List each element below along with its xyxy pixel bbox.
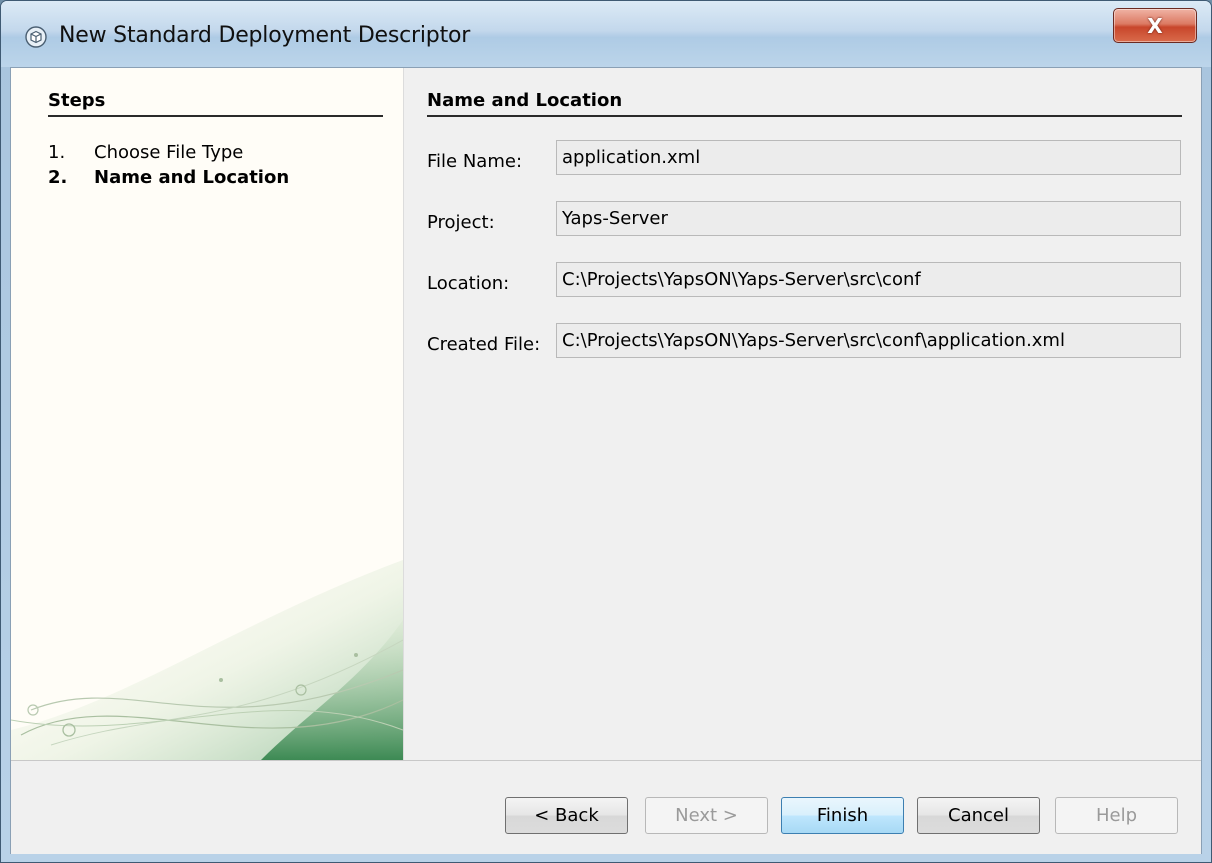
created-file-label: Created File:	[427, 334, 541, 355]
decorative-swirl-graphic	[11, 560, 403, 760]
window-title: New Standard Deployment Descriptor	[59, 23, 471, 48]
section-heading: Name and Location	[427, 90, 623, 111]
step-label: Name and Location	[94, 167, 290, 188]
steps-divider	[48, 115, 383, 117]
finish-button[interactable]: Finish	[781, 797, 904, 834]
dialog-content: Steps 1. Choose File Type 2. Name and Loca…	[10, 67, 1202, 854]
next-button[interactable]: Next >	[645, 797, 768, 834]
step-label: Choose File Type	[94, 142, 244, 163]
location-field[interactable]: C:\Projects\YapsON\Yaps-Server\src\conf	[556, 262, 1181, 297]
button-bar: < Back Next > Finish Cancel Help	[11, 760, 1201, 854]
title-bar[interactable]: New Standard Deployment Descriptor X	[1, 1, 1211, 67]
section-divider	[427, 115, 1182, 117]
cube-icon	[25, 26, 47, 48]
step-number: 2.	[48, 167, 68, 188]
close-icon: X	[1147, 13, 1163, 38]
project-label: Project:	[427, 212, 495, 233]
close-button[interactable]: X	[1113, 8, 1197, 43]
created-file-field[interactable]: C:\Projects\YapsON\Yaps-Server\src\conf\…	[556, 323, 1181, 358]
wizard-window: New Standard Deployment Descriptor X Ste…	[0, 0, 1212, 863]
location-label: Location:	[427, 273, 510, 294]
step-item-choose-file-type: 1. Choose File Type	[48, 142, 243, 163]
main-panel: Name and Location File Name: application…	[404, 68, 1201, 760]
back-button[interactable]: < Back	[505, 797, 628, 834]
help-button[interactable]: Help	[1055, 797, 1178, 834]
step-number: 1.	[48, 142, 66, 163]
file-name-field[interactable]: application.xml	[556, 140, 1181, 175]
steps-heading: Steps	[48, 90, 106, 111]
steps-panel: Steps 1. Choose File Type 2. Name and Loca…	[11, 68, 404, 760]
project-field[interactable]: Yaps-Server	[556, 201, 1181, 236]
file-name-label: File Name:	[427, 151, 523, 172]
cancel-button[interactable]: Cancel	[917, 797, 1040, 834]
step-item-name-and-location: 2. Name and Location	[48, 167, 289, 188]
